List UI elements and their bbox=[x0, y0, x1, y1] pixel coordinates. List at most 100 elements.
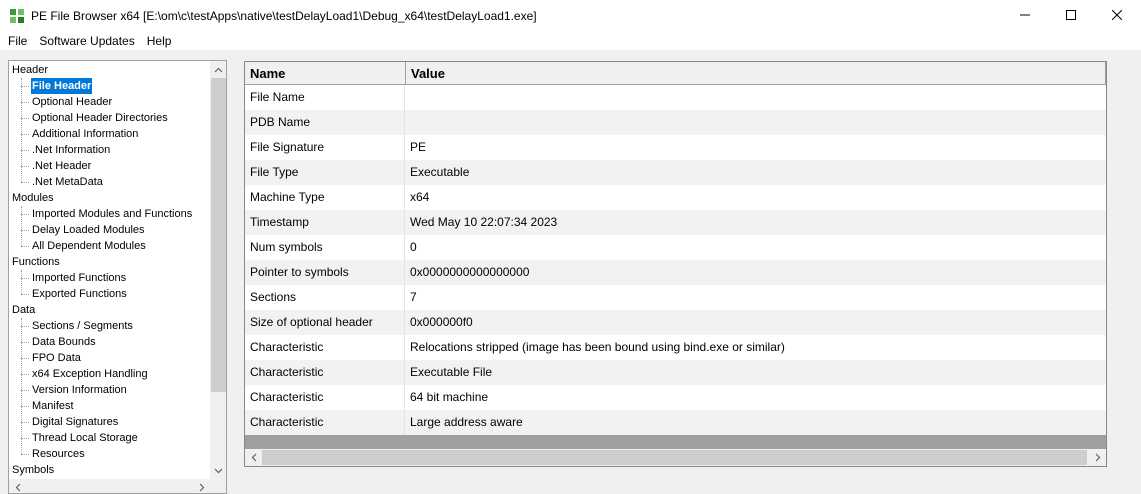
column-header-name[interactable]: Name bbox=[245, 62, 406, 85]
table-row[interactable]: Machine Type x64 bbox=[245, 185, 1106, 210]
tree-group-data[interactable]: Data bbox=[12, 302, 35, 318]
tree-group-header[interactable]: Header bbox=[12, 62, 48, 78]
tree-group-modules[interactable]: Modules bbox=[12, 190, 54, 206]
scroll-left-icon[interactable] bbox=[245, 449, 262, 466]
tree-connector-branch bbox=[21, 166, 29, 167]
menu-help[interactable]: Help bbox=[143, 32, 176, 50]
tree-connector-branch bbox=[21, 118, 29, 119]
tree-item-optional-header[interactable]: Optional Header bbox=[31, 94, 113, 110]
cell-value: 0 bbox=[410, 240, 417, 254]
tree-item-net-information[interactable]: .Net Information bbox=[31, 142, 111, 158]
maximize-button[interactable] bbox=[1048, 0, 1094, 30]
cell-name: Characteristic bbox=[245, 335, 405, 360]
cell-name: Characteristic bbox=[245, 360, 405, 385]
tree-horizontal-scrollbar[interactable] bbox=[9, 479, 210, 493]
table-row[interactable]: Timestamp Wed May 10 22:07:34 2023 bbox=[245, 210, 1106, 235]
table-row[interactable]: Characteristic Large address aware bbox=[245, 410, 1106, 435]
cell-name: Timestamp bbox=[245, 210, 405, 235]
tree-item-net-metadata[interactable]: .Net MetaData bbox=[31, 174, 104, 190]
table-row[interactable]: Characteristic Executable File bbox=[245, 360, 1106, 385]
cell-name: File Type bbox=[245, 160, 405, 185]
menu-file[interactable]: File bbox=[4, 32, 31, 50]
tree-item-sections-segments[interactable]: Sections / Segments bbox=[31, 318, 134, 334]
cell-value bbox=[405, 85, 1106, 110]
navigation-tree[interactable]: Header File Header Optional Header Optional… bbox=[8, 60, 227, 494]
tree-connector-branch bbox=[21, 86, 29, 87]
table-row[interactable]: Characteristic 64 bit machine bbox=[245, 385, 1106, 410]
cell-value: Wed May 10 22:07:34 2023 bbox=[410, 215, 558, 229]
menu-software-updates[interactable]: Software Updates bbox=[35, 32, 138, 50]
tree-item-manifest[interactable]: Manifest bbox=[31, 398, 75, 414]
menu-bar: File Software Updates Help bbox=[0, 32, 1141, 50]
minimize-button[interactable] bbox=[1002, 0, 1048, 30]
table-row[interactable]: Pointer to symbols 0x0000000000000000 bbox=[245, 260, 1106, 285]
tree-item-x64-exception-handling[interactable]: x64 Exception Handling bbox=[31, 366, 149, 382]
cell-value: 7 bbox=[410, 290, 417, 304]
scroll-down-icon[interactable] bbox=[210, 462, 226, 479]
cell-value: 0x000000f0 bbox=[410, 315, 473, 329]
tree-connector-branch bbox=[21, 406, 29, 407]
cell-name: Sections bbox=[245, 285, 405, 310]
tree-item-imported-modules-and-functions[interactable]: Imported Modules and Functions bbox=[31, 206, 193, 222]
tree-item-resources[interactable]: Resources bbox=[31, 446, 86, 462]
tree-group-symbols[interactable]: Symbols bbox=[12, 462, 54, 478]
tree-item-delay-loaded-modules[interactable]: Delay Loaded Modules bbox=[31, 222, 146, 238]
table-row[interactable]: File Name bbox=[245, 85, 1106, 110]
tree-item-file-header[interactable]: File Header bbox=[31, 78, 93, 94]
tree-connector-branch bbox=[21, 294, 29, 295]
tree-item-fpo-data[interactable]: FPO Data bbox=[31, 350, 82, 366]
scroll-right-icon[interactable] bbox=[193, 479, 210, 493]
tree-item-version-information[interactable]: Version Information bbox=[31, 382, 128, 398]
table-row[interactable]: Sections 7 bbox=[245, 285, 1106, 310]
tree-connector-branch bbox=[21, 278, 29, 279]
grid-scroll-thumb[interactable] bbox=[262, 450, 1087, 465]
close-button[interactable] bbox=[1094, 0, 1140, 30]
cell-value: Relocations stripped (image has been bou… bbox=[410, 340, 785, 354]
cell-value: Executable File bbox=[410, 365, 493, 379]
tree-connector-branch bbox=[21, 182, 29, 183]
tree-connector-branch bbox=[21, 214, 29, 215]
cell-name: Characteristic bbox=[245, 410, 405, 435]
table-row[interactable]: Num symbols 0 bbox=[245, 235, 1106, 260]
tree-item-thread-local-storage[interactable]: Thread Local Storage bbox=[31, 430, 139, 446]
column-header-value[interactable]: Value bbox=[406, 62, 1106, 85]
tree-item-all-dependent-modules[interactable]: All Dependent Modules bbox=[31, 238, 147, 254]
table-row[interactable]: Characteristic Relocations stripped (imag… bbox=[245, 335, 1106, 360]
title-bar[interactable]: PE File Browser x64 [E:\om\c\testApps\na… bbox=[0, 0, 1141, 32]
scroll-up-icon[interactable] bbox=[210, 61, 226, 78]
tree-connector-line bbox=[21, 318, 22, 454]
tree-scroll-thumb[interactable] bbox=[211, 78, 226, 392]
cell-value bbox=[405, 110, 1106, 135]
table-row[interactable]: PDB Name bbox=[245, 110, 1106, 135]
table-row[interactable]: File Signature PE bbox=[245, 135, 1106, 160]
cell-value: x64 bbox=[410, 190, 430, 204]
tree-item-additional-information[interactable]: Additional Information bbox=[31, 126, 139, 142]
cell-value: Executable bbox=[410, 165, 470, 179]
tree-connector-branch bbox=[21, 374, 29, 375]
table-row[interactable]: File Type Executable bbox=[245, 160, 1106, 185]
cell-name: Machine Type bbox=[245, 185, 405, 210]
tree-group-functions[interactable]: Functions bbox=[12, 254, 60, 270]
cell-value: PE bbox=[410, 140, 427, 154]
cell-value: 0x0000000000000000 bbox=[410, 265, 530, 279]
tree-item-net-header[interactable]: .Net Header bbox=[31, 158, 92, 174]
tree-item-imported-functions[interactable]: Imported Functions bbox=[31, 270, 127, 286]
tree-item-exported-functions[interactable]: Exported Functions bbox=[31, 286, 128, 302]
scroll-left-icon[interactable] bbox=[9, 479, 26, 493]
tree-connector-branch bbox=[21, 390, 29, 391]
tree-connector-branch bbox=[21, 230, 29, 231]
tree-item-optional-header-directories[interactable]: Optional Header Directories bbox=[31, 110, 169, 126]
tree-connector-branch bbox=[21, 246, 29, 247]
minimize-icon bbox=[1020, 14, 1030, 16]
tree-item-data-bounds[interactable]: Data Bounds bbox=[31, 334, 97, 350]
tree-connector-branch bbox=[21, 326, 29, 327]
scroll-right-icon[interactable] bbox=[1089, 449, 1106, 466]
grid-horizontal-scrollbar[interactable] bbox=[245, 449, 1106, 466]
table-row[interactable]: Size of optional header 0x000000f0 bbox=[245, 310, 1106, 335]
properties-grid[interactable]: Name Value File Name PDB Name File Signatu… bbox=[244, 61, 1107, 467]
tree-connector-branch bbox=[21, 102, 29, 103]
window-title: PE File Browser x64 [E:\om\c\testApps\na… bbox=[31, 9, 537, 23]
close-icon bbox=[1112, 10, 1122, 20]
tree-vertical-scrollbar[interactable] bbox=[210, 61, 226, 479]
tree-item-digital-signatures[interactable]: Digital Signatures bbox=[31, 414, 119, 430]
